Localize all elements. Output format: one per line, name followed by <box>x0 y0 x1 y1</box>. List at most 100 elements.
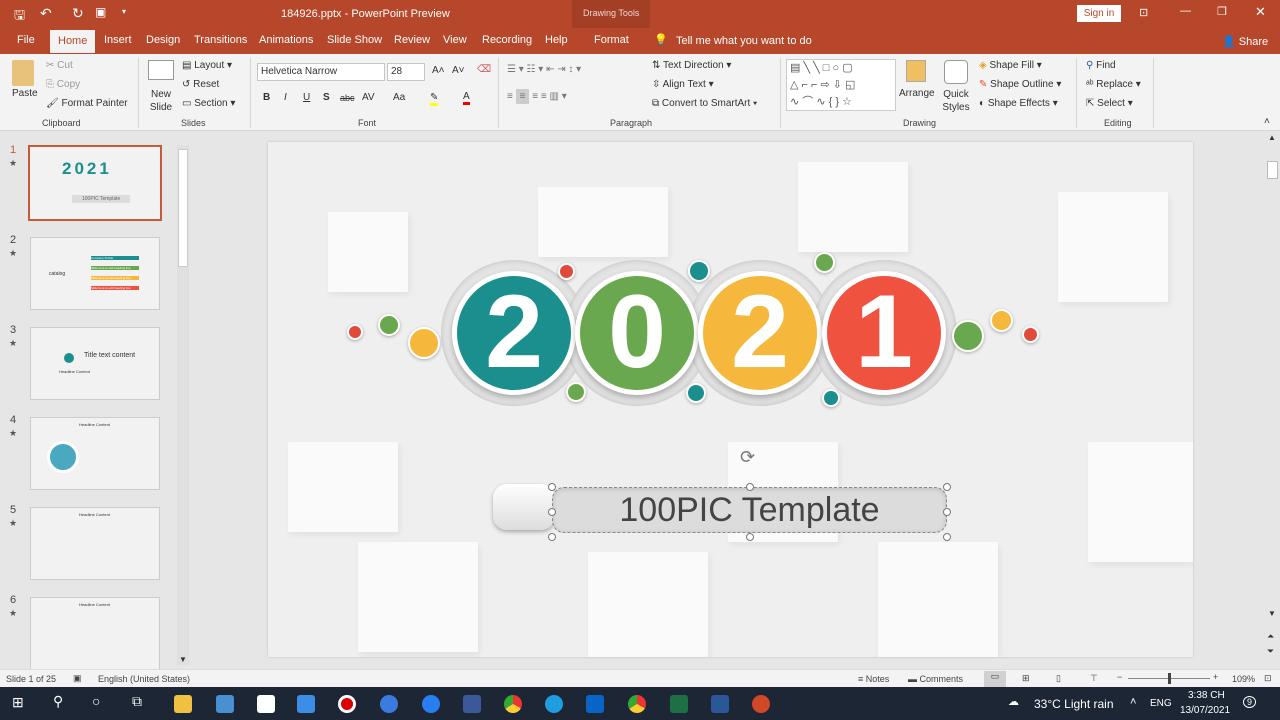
redo-icon[interactable]: ↻ <box>72 5 84 22</box>
resize-handle[interactable] <box>943 483 951 491</box>
spelling-icon[interactable]: ▣ <box>73 673 82 684</box>
word-icon[interactable] <box>711 695 729 713</box>
mail-icon[interactable] <box>297 695 315 713</box>
tab-view[interactable]: View <box>443 34 467 46</box>
character-spacing-button[interactable]: AV <box>362 92 375 103</box>
store-icon[interactable] <box>257 695 275 713</box>
new-slide-icon[interactable] <box>148 60 174 80</box>
scrollbar-thumb[interactable] <box>178 149 188 267</box>
weather-text[interactable]: 33°C Light rain <box>1034 697 1114 711</box>
windows-start-icon[interactable]: ⊞ <box>12 694 24 711</box>
paste-icon[interactable] <box>12 60 34 86</box>
scroll-down-icon[interactable]: ▼ <box>179 655 187 664</box>
tab-transitions[interactable]: Transitions <box>194 34 247 46</box>
resize-handle[interactable] <box>943 533 951 541</box>
collapse-ribbon-icon[interactable]: ˄ <box>1264 116 1270 127</box>
shape-outline-button[interactable]: ✎ Shape Outline ▾ <box>979 79 1061 90</box>
resize-handle[interactable] <box>548 508 556 516</box>
recorder-icon[interactable] <box>338 695 356 713</box>
scroll-up-icon[interactable]: ▲ <box>1268 133 1276 142</box>
strikethrough-button[interactable]: abc <box>340 93 355 103</box>
arrange-icon[interactable] <box>906 60 926 82</box>
ribbon-display-icon[interactable]: ⊡ <box>1139 6 1148 19</box>
highlight-icon[interactable]: ✎ <box>430 92 439 106</box>
tell-me-search[interactable]: Tell me what you want to do <box>676 35 812 47</box>
share-button[interactable]: 👤 Share <box>1222 35 1268 48</box>
quick-styles-icon[interactable] <box>944 60 968 84</box>
shape-effects-button[interactable]: ◐ Shape Effects ▾ <box>979 98 1058 109</box>
notification-badge[interactable]: 9 <box>1243 696 1257 708</box>
tab-file[interactable]: File <box>17 34 35 46</box>
italic-button[interactable]: I <box>284 92 287 103</box>
scroll-down-icon[interactable]: ▼ <box>1268 609 1276 618</box>
digit-circle-yellow[interactable]: 2 <box>698 271 822 395</box>
edge-icon[interactable] <box>545 695 563 713</box>
file-explorer-icon[interactable] <box>174 695 192 713</box>
digit-circle-red[interactable]: 1 <box>822 271 946 395</box>
text-direction-button[interactable]: ⇅ Text Direction ▾ <box>652 60 731 71</box>
align-text-button[interactable]: ⇳ Align Text ▾ <box>652 79 714 90</box>
font-color-button[interactable]: A <box>463 91 470 105</box>
tab-home[interactable]: Home <box>50 30 96 53</box>
zoom-slider-thumb[interactable] <box>1168 673 1171 684</box>
app-icon[interactable] <box>216 695 234 713</box>
reading-view-icon[interactable]: ▯ <box>1056 673 1061 684</box>
thumbnails-scrollbar[interactable]: ▼ <box>177 145 189 665</box>
customize-qat-icon[interactable]: ▾ <box>122 7 126 16</box>
change-case-button[interactable]: Aa <box>393 92 405 103</box>
restore-icon[interactable]: ❐ <box>1217 5 1227 18</box>
resize-handle[interactable] <box>943 508 951 516</box>
slide-thumbnail-3[interactable]: Title text content Headline Content <box>30 327 160 400</box>
tab-insert[interactable]: Insert <box>104 34 132 46</box>
tab-animations[interactable]: Animations <box>259 34 313 46</box>
tab-review[interactable]: Review <box>394 34 430 46</box>
digit-circle-green[interactable]: 0 <box>575 271 699 395</box>
bold-button[interactable]: B <box>263 92 270 103</box>
font-name-dropdown[interactable]: Helvetica Narrow <box>257 63 385 81</box>
subtitle-text[interactable]: 100PIC Template <box>553 488 946 532</box>
tab-help[interactable]: Help <box>545 34 568 46</box>
cortana-icon[interactable]: ○ <box>92 693 100 709</box>
chrome-icon[interactable] <box>504 695 522 713</box>
subtitle-textbox[interactable]: 100PIC Template <box>552 487 947 533</box>
shape-fill-button[interactable]: ◈ Shape Fill ▾ <box>979 60 1042 71</box>
slideshow-view-icon[interactable]: ⊤ <box>1090 673 1098 684</box>
tab-slide-show[interactable]: Slide Show <box>327 34 382 46</box>
notes-button[interactable]: ≡ Notes <box>858 674 889 684</box>
slide-thumbnail-2[interactable]: catalog Company Profile Slide here to ed… <box>30 237 160 310</box>
tray-chevron-icon[interactable]: ˄ <box>1130 696 1136 708</box>
zoom-level[interactable]: 109% <box>1232 674 1255 684</box>
resize-handle[interactable] <box>548 483 556 491</box>
resize-handle[interactable] <box>746 533 754 541</box>
next-slide-icon[interactable]: ⏷ <box>1267 646 1274 657</box>
chrome-profile-icon[interactable] <box>628 695 646 713</box>
powerpoint-icon[interactable] <box>752 695 770 713</box>
scrollbar-thumb[interactable] <box>1267 161 1278 179</box>
shadow-button[interactable]: S <box>323 92 330 103</box>
resize-handle[interactable] <box>746 483 754 491</box>
arrange-button[interactable]: Arrange <box>899 88 935 99</box>
paste-button[interactable]: Paste <box>12 88 38 99</box>
close-icon[interactable]: ✕ <box>1255 4 1266 20</box>
slide-thumbnail-4[interactable]: Headline Content <box>30 417 160 490</box>
cut-button[interactable]: ✂ Cut <box>46 60 73 71</box>
quick-styles-button[interactable]: Quick Styles <box>939 88 973 114</box>
slide-canvas[interactable]: 2 0 2 1 ⟳ 100PIC Template <box>268 142 1193 657</box>
rotate-handle-icon[interactable]: ⟳ <box>740 447 755 468</box>
slide-thumbnail-6[interactable]: Headline Content <box>30 597 160 670</box>
clock-time[interactable]: 3:38 CH <box>1188 690 1225 701</box>
normal-view-icon[interactable]: ▭ <box>984 671 1006 687</box>
convert-smartart-button[interactable]: ⧉ Convert to SmartArt ▾ <box>652 98 757 109</box>
zoom-out-icon[interactable]: − <box>1117 672 1122 682</box>
fit-slide-icon[interactable]: ⊡ <box>1264 673 1272 684</box>
zalo-icon[interactable] <box>422 695 440 713</box>
grow-font-icon[interactable]: A˄ <box>432 65 445 76</box>
font-size-dropdown[interactable]: 28 <box>387 63 425 81</box>
app-icon[interactable] <box>380 695 398 713</box>
save-icon[interactable]: 🖫 <box>14 6 25 28</box>
section-button[interactable]: ▭ Section ▾ <box>182 98 235 109</box>
clock-date[interactable]: 13/07/2021 <box>1180 705 1230 716</box>
alignment-icons[interactable]: ≡ ≡ ≡ ≡ ▥ ▾ <box>507 89 567 104</box>
sign-in-button[interactable]: Sign in <box>1077 5 1121 22</box>
slide-sorter-icon[interactable]: ⊞ <box>1022 673 1030 684</box>
